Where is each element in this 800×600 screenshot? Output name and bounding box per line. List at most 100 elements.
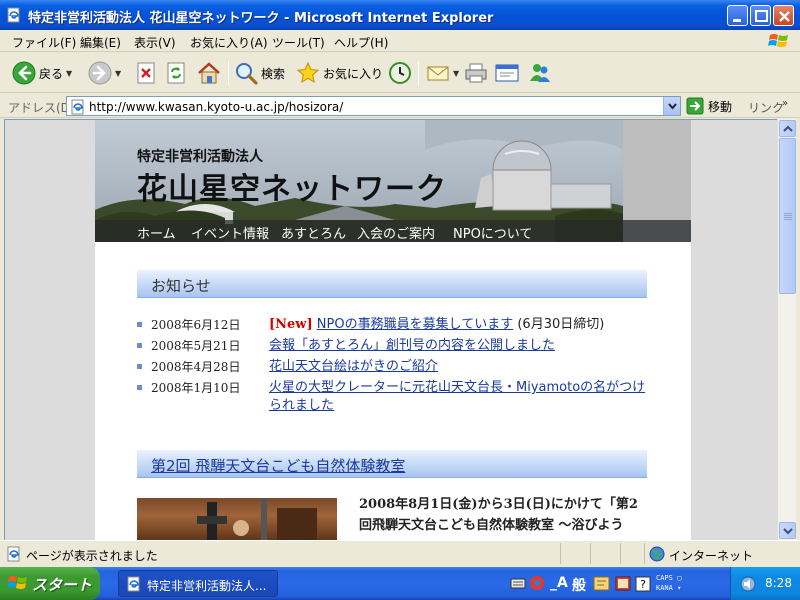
forward-button[interactable]: ▼: [88, 59, 121, 87]
go-label: 移動: [708, 99, 733, 114]
globe-icon: [649, 546, 665, 562]
ime-conversion-mode[interactable]: 般: [572, 575, 586, 595]
maximize-button[interactable]: [750, 5, 771, 26]
page-viewport[interactable]: 特定非営利活動法人 花山星空ネットワーク ホーム イベント情報 あすとろん 入会…: [4, 119, 777, 540]
stop-button[interactable]: [136, 59, 156, 87]
event-heading-link[interactable]: 第2回 飛騨天文台こども自然体験教室: [151, 455, 405, 476]
minimize-icon: [733, 19, 741, 22]
keyboard-icon[interactable]: [510, 571, 526, 596]
scroll-up-button[interactable]: [779, 120, 796, 137]
news-link[interactable]: 花山天文台絵はがきのご紹介: [269, 359, 438, 374]
chevron-up-icon: [783, 125, 793, 132]
maximize-icon: [755, 10, 768, 22]
stop-icon: [137, 62, 155, 84]
edit-page-icon: [495, 64, 519, 82]
windows-logo-icon: [768, 34, 788, 47]
volume-icon[interactable]: [739, 576, 757, 592]
event-section-header: 第2回 飛騨天文台こども自然体験教室: [137, 450, 647, 478]
window-titlebar[interactable]: 特定非営利活動法人 花山星空ネットワーク - Microsoft Interne…: [0, 0, 800, 30]
ie-page-icon: [7, 7, 20, 23]
close-icon: [779, 11, 790, 22]
address-input[interactable]: http://www.kwasan.kyoto-u.ac.jp/hosizora…: [66, 96, 681, 116]
nav-home[interactable]: ホーム: [137, 223, 176, 242]
ime-toolbar: _A 般 ? CAPS ▢ KANA ▾: [510, 571, 728, 596]
vertical-scrollbar[interactable]: [777, 119, 796, 540]
caps-kana-indicator: CAPS ▢ KANA ▾: [656, 574, 682, 592]
event-photo: [137, 498, 337, 540]
clock[interactable]: 8:28: [765, 576, 792, 590]
news-link[interactable]: NPOの事務職員を募集しています: [317, 317, 513, 332]
news-link[interactable]: 火星の大型クレーターに元花山天文台長・Miyamotoの名がつけられました: [269, 380, 645, 413]
help-icon[interactable]: ?: [634, 571, 652, 596]
messenger-button[interactable]: [528, 59, 552, 87]
nav-astron[interactable]: あすとろん: [281, 223, 346, 242]
chevron-down-icon: [668, 103, 677, 110]
news-link[interactable]: 会報「あすとろん」創刊号の内容を公開しました: [269, 338, 555, 353]
favorites-button[interactable]: お気に入り: [296, 59, 383, 87]
ime-pad-icon[interactable]: [528, 571, 546, 596]
menu-edit[interactable]: 編集(E): [80, 34, 121, 51]
menu-help[interactable]: ヘルプ(H): [334, 34, 388, 51]
news-suffix: (6月30日締切): [513, 317, 605, 332]
mail-icon: [427, 66, 449, 81]
bullet-icon: [137, 322, 142, 327]
history-button[interactable]: [388, 59, 412, 87]
news-body: 花山天文台絵はがきのご紹介: [269, 358, 649, 376]
scroll-down-button[interactable]: [779, 522, 796, 539]
address-dropdown-button[interactable]: [663, 97, 680, 115]
print-button[interactable]: [464, 59, 488, 87]
star-icon: [296, 61, 320, 84]
menu-view[interactable]: 表示(V): [134, 34, 176, 51]
links-chevron-icon[interactable]: »: [782, 98, 788, 109]
news-date: 2008年5月21日: [151, 339, 241, 353]
edit-button[interactable]: [494, 59, 520, 87]
taskbar-window-button[interactable]: 特定非営利活動法人...: [118, 570, 278, 597]
refresh-icon: [167, 62, 185, 84]
messenger-icon: [530, 64, 550, 82]
home-button[interactable]: [196, 59, 222, 87]
address-url: http://www.kwasan.kyoto-u.ac.jp/hosizora…: [89, 100, 344, 114]
news-body: 火星の大型クレーターに元花山天文台長・Miyamotoの名がつけられました: [269, 379, 649, 415]
header-side-panel: [623, 120, 691, 220]
back-label: 戻る: [39, 66, 64, 81]
start-button[interactable]: スタート: [0, 567, 100, 600]
chevron-down-icon: [783, 528, 793, 535]
close-button[interactable]: [773, 5, 794, 26]
toolbar: 戻る ▼ ▼ 検索 お気に入り ▼: [0, 53, 800, 93]
news-body: 会報「あすとろん」創刊号の内容を公開しました: [269, 337, 649, 355]
taskbar: スタート 特定非営利活動法人... _A 般 ? CAPS ▢ KANA ▾ 8…: [0, 567, 800, 600]
menu-tools[interactable]: ツール(T): [272, 34, 325, 51]
scroll-thumb[interactable]: [779, 138, 796, 294]
status-text: ページが表示されました: [26, 549, 158, 563]
nav-membership[interactable]: 入会のご案内: [357, 223, 435, 242]
search-button[interactable]: 検索: [234, 59, 285, 87]
taskbar-window-label: 特定非営利活動法人...: [147, 579, 267, 593]
security-zone[interactable]: インターネット: [644, 543, 794, 564]
back-dropdown-icon[interactable]: ▼: [66, 69, 72, 78]
address-bar: アドレス(D) http://www.kwasan.kyoto-u.ac.jp/…: [0, 94, 800, 118]
go-button[interactable]: 移動: [686, 97, 732, 115]
news-body: [New] NPOの事務職員を募集しています (6月30日締切): [269, 316, 649, 334]
mail-dropdown-icon[interactable]: ▼: [453, 69, 459, 78]
ime-input-mode[interactable]: _A: [550, 575, 568, 591]
nav-events[interactable]: イベント情報: [191, 223, 269, 242]
minimize-button[interactable]: [727, 5, 748, 26]
nav-about-npo[interactable]: NPOについて: [453, 223, 532, 242]
back-button[interactable]: 戻る ▼: [12, 59, 72, 87]
new-badge: [New]: [269, 317, 313, 332]
menu-file[interactable]: ファイル(F): [12, 34, 76, 51]
forward-dropdown-icon[interactable]: ▼: [115, 69, 121, 78]
refresh-button[interactable]: [166, 59, 186, 87]
system-tray: 8:28: [730, 567, 800, 600]
ime-dictionary-icon[interactable]: [614, 571, 632, 596]
svg-text:?: ?: [640, 578, 646, 591]
mail-button[interactable]: ▼: [426, 59, 459, 87]
bullet-icon: [137, 385, 142, 390]
search-label: 検索: [261, 66, 286, 81]
ime-tool-icon[interactable]: [592, 571, 612, 596]
news-heading: お知らせ: [151, 277, 211, 295]
site-header: 特定非営利活動法人 花山星空ネットワーク ホーム イベント情報 あすとろん 入会…: [95, 120, 691, 242]
menu-favorites[interactable]: お気に入り(A): [190, 34, 268, 51]
back-arrow-icon: [12, 61, 36, 85]
links-button[interactable]: リンク: [748, 99, 784, 116]
